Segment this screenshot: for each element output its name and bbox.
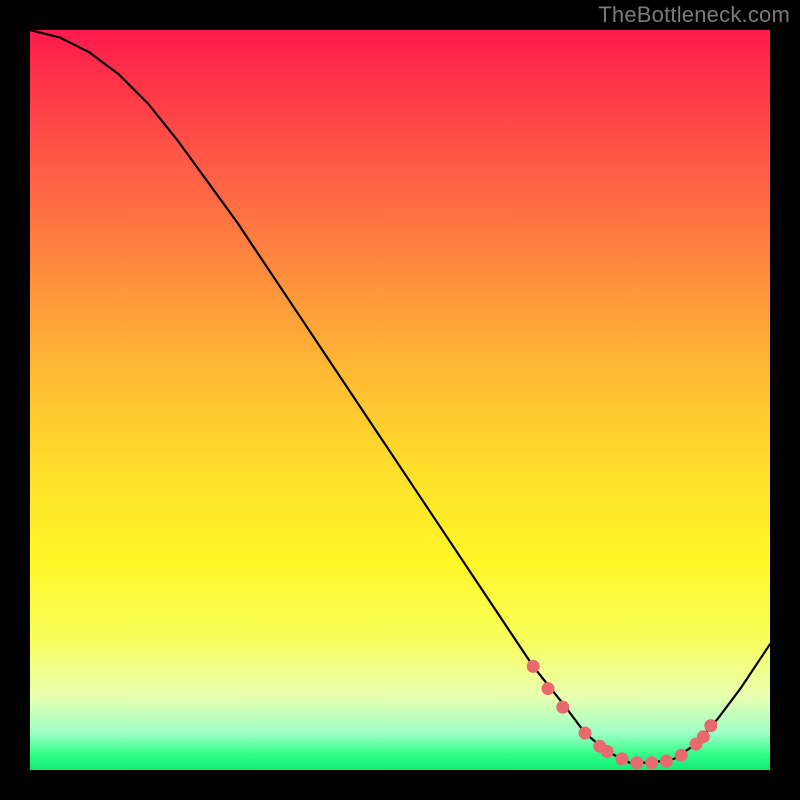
data-point: [697, 730, 710, 743]
data-point: [675, 749, 688, 762]
bottleneck-curve: [30, 30, 770, 763]
data-point: [542, 682, 555, 695]
data-point: [660, 755, 673, 768]
data-point: [556, 701, 569, 714]
data-point: [616, 752, 629, 765]
plot-area: [30, 30, 770, 770]
data-point: [601, 745, 614, 758]
data-point: [630, 756, 643, 769]
curve-svg: [30, 30, 770, 770]
highlight-points: [527, 660, 718, 769]
watermark-label: TheBottleneck.com: [598, 2, 790, 28]
data-point: [527, 660, 540, 673]
chart-frame: TheBottleneck.com: [0, 0, 800, 800]
data-point: [579, 727, 592, 740]
data-point: [704, 719, 717, 732]
data-point: [645, 756, 658, 769]
